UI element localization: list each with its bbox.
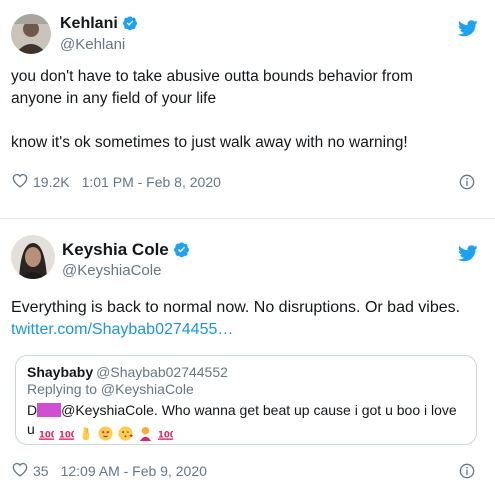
svg-text:100: 100 [158, 429, 173, 439]
svg-text:100: 100 [59, 429, 74, 439]
redaction-block [37, 403, 62, 417]
display-name[interactable]: Kehlani [60, 15, 138, 36]
like-count[interactable]: 19.2K [33, 174, 70, 190]
tweet-text: you don't have to take abusive outta bou… [11, 68, 413, 151]
hundred-icon: 100 [58, 429, 74, 440]
quoted-author[interactable]: Shaybaby @Shaybab02744552 [27, 364, 228, 380]
heart-icon[interactable] [12, 173, 28, 191]
username[interactable]: @KeyshiaCole [62, 262, 161, 279]
tweet-meta: 35 12:09 AM - Feb 9, 2020 [12, 462, 207, 480]
verified-icon [173, 241, 190, 263]
emoji-row: 100 100 100 [38, 423, 174, 442]
twitter-bird-icon[interactable] [457, 20, 478, 42]
tweet-card-keyshia: Keyshia Cole @KeyshiaCole Everything is … [0, 218, 495, 495]
avatar-kehlani[interactable] [11, 14, 51, 54]
display-name[interactable]: Keyshia Cole [62, 240, 190, 263]
timestamp[interactable]: 12:09 AM - Feb 9, 2020 [61, 463, 207, 479]
hundred-icon: 100 [158, 429, 174, 440]
tweet-link[interactable]: twitter.com/Shaybab0274455… [11, 319, 486, 341]
tweet-card-kehlani: Kehlani @Kehlani you don't have to take … [0, 0, 495, 210]
tweet-text: Everything is back to normal now. No dis… [11, 297, 486, 341]
heart-eyes-icon [98, 426, 113, 441]
quoted-tweet[interactable]: Shaybaby @Shaybab02744552 Replying to @Ke… [15, 355, 477, 445]
avatar-keyshia[interactable] [11, 235, 55, 279]
info-icon[interactable] [459, 463, 475, 484]
replying-to: Replying to @KeyshiaCole [27, 381, 194, 397]
info-icon[interactable] [459, 174, 475, 195]
like-count[interactable]: 35 [33, 463, 49, 479]
tweet-separator [0, 210, 495, 218]
quoted-text: D @KeyshiaCole. Who wanna get beat up cau… [27, 401, 467, 442]
timestamp[interactable]: 1:01 PM - Feb 8, 2020 [82, 174, 221, 190]
kissing-heart-icon [118, 426, 134, 441]
tweet-meta: 19.2K 1:01 PM - Feb 8, 2020 [12, 173, 221, 191]
crossed-fingers-icon [83, 426, 90, 440]
twitter-bird-icon[interactable] [457, 245, 478, 267]
verified-icon [122, 15, 138, 36]
heart-icon[interactable] [12, 462, 28, 480]
svg-text:100: 100 [39, 429, 54, 439]
hundred-icon: 100 [38, 429, 54, 440]
person-tipping-hand-icon [140, 426, 152, 441]
username[interactable]: @Kehlani [60, 36, 125, 53]
